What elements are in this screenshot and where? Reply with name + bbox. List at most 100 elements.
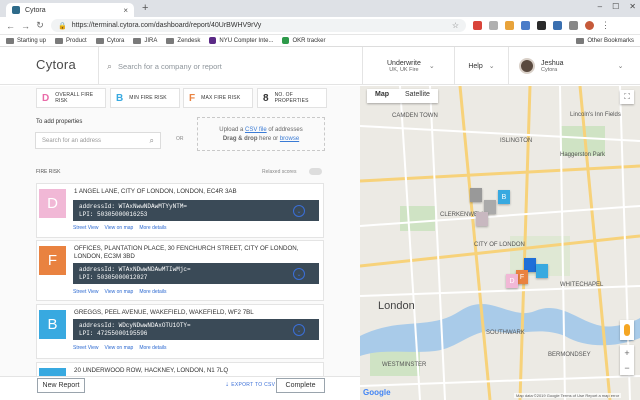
property-links: Street View View on map More details [73, 225, 167, 231]
bookmark-item[interactable]: NYU Compter Inte... [209, 37, 273, 44]
extension-icon[interactable] [537, 21, 546, 30]
help-dropdown[interactable]: Help ⌄ [454, 47, 508, 85]
view-on-map-link[interactable]: View on map [104, 289, 133, 295]
other-bookmarks[interactable]: Other Bookmarks [576, 37, 634, 44]
address-search-input[interactable]: Search for an address ⌕ [35, 132, 161, 149]
help-label: Help [468, 62, 483, 70]
property-id-box: addressId: WTAxNwwNDAwMTYyNTM= LPI: 5030… [73, 200, 319, 221]
company-search[interactable]: ⌕ Search for a company or report [98, 47, 360, 85]
risk-letter: D [42, 92, 50, 104]
underwrite-title: Underwrite [387, 59, 421, 67]
tab-satellite[interactable]: Satellite [397, 89, 438, 103]
bookmark-star-icon[interactable]: ☆ [452, 21, 459, 30]
browse-link[interactable]: browse [280, 136, 299, 142]
map-marker[interactable] [476, 212, 488, 226]
card-label: MIN FIRE RISK [129, 95, 167, 101]
bookmark-item[interactable]: OKR tracker [282, 37, 325, 44]
underwrite-dropdown[interactable]: Underwrite UK, UK Fire ⌄ [362, 47, 454, 85]
expand-chevron-icon[interactable]: ⌄ [293, 205, 305, 217]
url-text: https://terminal.cytora.com/dashboard/re… [71, 22, 262, 29]
property-row[interactable]: B GREGGS, PEEL AVENUE, WAKEFIELD, WAKEFI… [36, 304, 324, 359]
close-tab-icon[interactable]: × [123, 6, 128, 15]
bookmark-item[interactable]: Zendesk [166, 37, 200, 44]
browser-tab[interactable]: Cytora × [6, 3, 134, 17]
view-on-map-link[interactable]: View on map [104, 345, 133, 351]
chevron-down-icon: ⌄ [488, 63, 495, 70]
map-marker[interactable] [536, 264, 548, 278]
more-details-link[interactable]: More details [139, 225, 166, 231]
profile-avatar-icon[interactable] [585, 21, 594, 30]
map-marker[interactable]: B [498, 190, 510, 204]
property-links: Street View View on map More details [73, 345, 167, 351]
bookmark-item[interactable]: JIRA [133, 37, 157, 44]
street-view-pegman-icon[interactable] [620, 320, 634, 340]
or-divider: OR [176, 136, 184, 142]
user-org: Cytora [541, 66, 558, 73]
close-window-icon[interactable]: ✕ [629, 2, 636, 11]
chevron-down-icon: ⌄ [617, 63, 624, 70]
expand-chevron-icon[interactable]: ⌄ [293, 324, 305, 336]
complete-button[interactable]: Complete [276, 378, 325, 393]
extension-icon[interactable] [505, 21, 514, 30]
minimize-icon[interactable]: – [598, 2, 602, 11]
extension-icon[interactable] [553, 21, 562, 30]
risk-badge: F [39, 246, 66, 275]
risk-badge: B [39, 310, 66, 339]
property-row[interactable]: F OFFICES, PLANTATION PLACE, 30 FENCHURC… [36, 240, 324, 301]
tab-map[interactable]: Map [367, 89, 397, 103]
new-tab-button[interactable]: + [142, 2, 148, 14]
map-label: ISLINGTON [500, 138, 533, 144]
address-bar-row: ← → ↻ 🔒 https://terminal.cytora.com/dash… [0, 17, 640, 35]
reload-icon[interactable]: ↻ [36, 20, 44, 31]
risk-letter: F [189, 92, 196, 104]
underwrite-subtitle: UK, UK Fire [389, 66, 419, 73]
relaxed-scores-toggle[interactable] [309, 168, 322, 175]
maximize-icon[interactable]: ☐ [612, 2, 619, 11]
csv-dropzone[interactable]: Upload a CSV file of addresses Drag & dr… [197, 117, 325, 151]
search-placeholder: Search for a company or report [118, 61, 222, 71]
overall-fire-risk-card: D OVERALL FIRE RISK [36, 88, 106, 108]
property-count: 8 [263, 92, 269, 104]
property-row[interactable]: D 1 ANGEL LANE, CITY OF LONDON, LONDON, … [36, 183, 324, 238]
forward-icon[interactable]: → [21, 21, 30, 31]
address-id: addressId: WTAxNwwNDAwMTYyNTM= [79, 203, 188, 210]
street-view-link[interactable]: Street View [73, 225, 98, 231]
street-view-link[interactable]: Street View [73, 289, 98, 295]
folder-icon [576, 37, 585, 44]
url-input[interactable]: 🔒 https://terminal.cytora.com/dashboard/… [51, 19, 466, 32]
new-report-button[interactable]: New Report [37, 378, 85, 393]
risk-letter: B [116, 92, 124, 104]
extension-icon[interactable] [489, 21, 498, 30]
extension-icon[interactable] [473, 21, 482, 30]
more-details-link[interactable]: More details [139, 289, 166, 295]
relaxed-scores-label: Relaxed scores [262, 169, 297, 175]
zoom-out-icon[interactable]: − [624, 363, 629, 373]
map-label: London [378, 300, 415, 312]
view-on-map-link[interactable]: View on map [104, 225, 133, 231]
menu-kebab-icon[interactable]: ⋮ [601, 20, 610, 31]
street-view-link[interactable]: Street View [73, 345, 98, 351]
export-csv-link[interactable]: ⇣ EXPORT TO CSV [225, 382, 275, 388]
extension-icon[interactable] [521, 21, 530, 30]
map-marker[interactable] [470, 188, 482, 202]
lock-icon: 🔒 [58, 22, 67, 30]
property-count-card: 8 NO. OF PROPERTIES [257, 88, 327, 108]
map-marker[interactable]: D [506, 274, 518, 288]
zoom-in-icon[interactable]: + [624, 348, 629, 358]
csv-link[interactable]: CSV file [245, 127, 267, 133]
map-label: BERMONDSEY [548, 352, 591, 358]
bookmark-item[interactable]: Cytora [95, 37, 124, 44]
bookmark-item[interactable]: Starting up [6, 37, 46, 44]
app-logo[interactable]: Cytora [36, 57, 76, 72]
fullscreen-icon[interactable]: ⛶ [620, 90, 634, 104]
max-fire-risk-card: F MAX FIRE RISK [183, 88, 253, 108]
bookmark-item[interactable]: Product [55, 37, 87, 44]
extension-icon[interactable] [569, 21, 578, 30]
chevron-down-icon: ⌄ [428, 63, 435, 70]
card-label: OVERALL FIRE RISK [55, 92, 94, 104]
user-menu[interactable]: Jeshua Cytora ⌄ [508, 47, 640, 85]
sheet-icon [282, 37, 290, 44]
expand-chevron-icon[interactable]: ⌄ [293, 268, 305, 280]
more-details-link[interactable]: More details [139, 345, 166, 351]
back-icon[interactable]: ← [6, 21, 15, 31]
